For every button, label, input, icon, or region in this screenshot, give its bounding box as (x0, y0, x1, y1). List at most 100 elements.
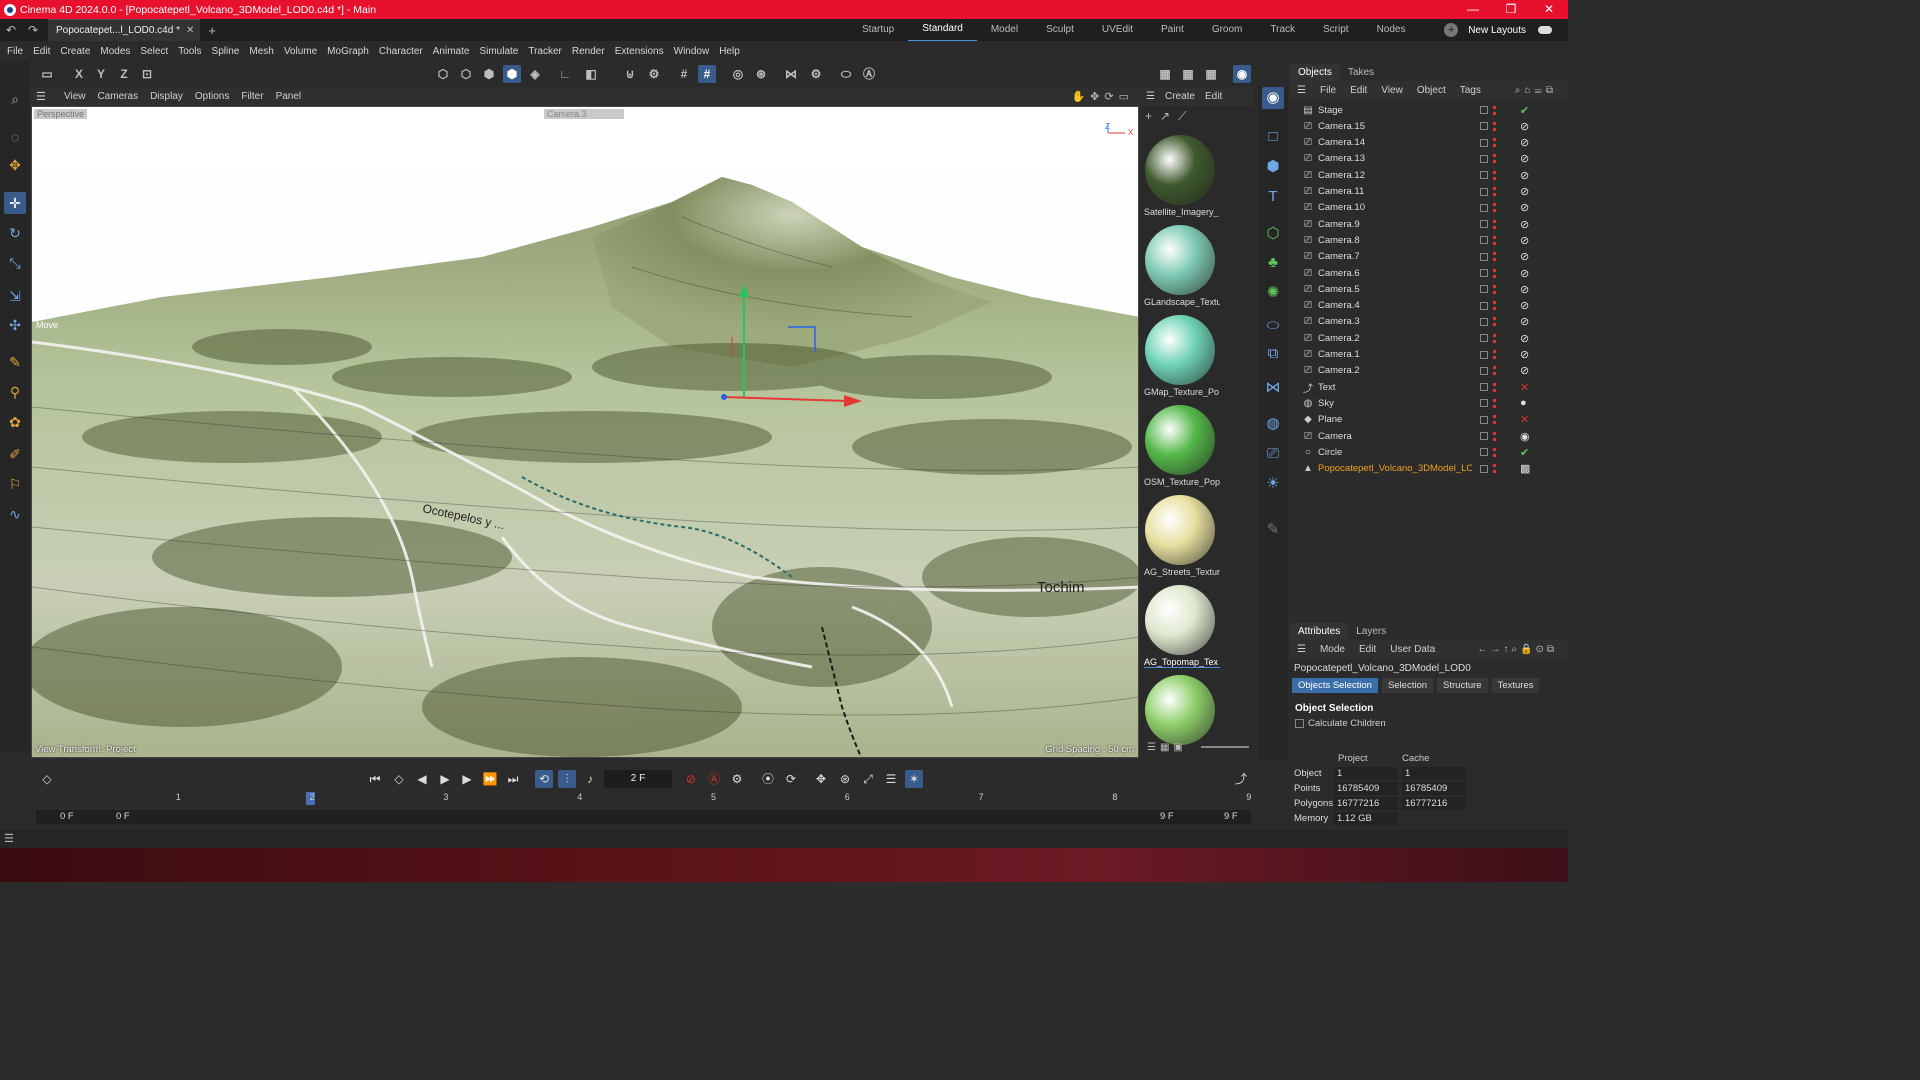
subtab-selection[interactable]: Selection (1381, 678, 1434, 693)
cube-solid-icon[interactable]: ⬢ (1262, 156, 1284, 178)
next-key-button[interactable]: ⏩ (481, 770, 499, 788)
material-item[interactable]: OSM_Texture_Pop (1143, 403, 1220, 491)
object-tag-icon[interactable]: ✔ (1520, 104, 1529, 117)
field-icon[interactable]: ⧉ (1262, 343, 1284, 365)
render-region-icon[interactable]: ◎ (729, 65, 747, 83)
object-row[interactable]: ⎚ Camera.6 ⊘ (1290, 265, 1568, 281)
object-row[interactable]: ⎚ Camera.2 ⊘ (1290, 363, 1568, 379)
go-to-end-button[interactable]: ⏭ (504, 770, 522, 788)
magnet-tool-icon[interactable]: ⚐ (4, 473, 26, 495)
play-button[interactable]: ▶ (436, 770, 454, 788)
layer-flag[interactable] (1480, 285, 1488, 294)
brush-tool-icon[interactable]: ✐ (4, 443, 26, 465)
environment-icon[interactable]: ◍ (1262, 413, 1284, 435)
layer-flag[interactable] (1480, 269, 1488, 277)
menu-mograph[interactable]: MoGraph (322, 46, 374, 57)
object-tag-icon[interactable]: ⊘ (1520, 169, 1529, 182)
visibility-dots[interactable] (1493, 415, 1496, 425)
layout-tab-sculpt[interactable]: Sculpt (1032, 19, 1088, 41)
layout-tab-model[interactable]: Model (977, 19, 1032, 41)
object-row[interactable]: ⎚ Camera.7 ⊘ (1290, 249, 1568, 265)
keyframe-settings-button[interactable]: ⚙ (728, 770, 746, 788)
key-point-button[interactable]: ✶ (905, 770, 923, 788)
layout-tab-paint[interactable]: Paint (1147, 19, 1198, 41)
coordinate-system-icon[interactable]: ⊡ (138, 65, 156, 83)
render-settings-icon[interactable]: ⊛ (752, 65, 770, 83)
object-tag-icon[interactable]: ⊘ (1520, 299, 1529, 312)
search-icon[interactable]: ⌕ (4, 88, 26, 110)
attributes-menu-edit[interactable]: Edit (1352, 644, 1383, 655)
loop-button[interactable]: ⟲ (535, 770, 553, 788)
undo-icon[interactable]: ↶ (0, 23, 22, 37)
weight-tool-icon[interactable]: ⚲ (4, 381, 26, 403)
layer-flag[interactable] (1480, 236, 1488, 245)
layer-flag[interactable] (1480, 350, 1488, 359)
tab-layers[interactable]: Layers (1348, 623, 1394, 640)
key-scale-button[interactable]: ⊛ (836, 770, 854, 788)
redo-icon[interactable]: ↷ (22, 23, 44, 37)
layer-flag[interactable] (1480, 432, 1488, 440)
object-row[interactable]: ⎚ Camera.12 ⊘ (1290, 167, 1568, 183)
next-frame-button[interactable]: ▶ (458, 770, 476, 788)
spline-tool-icon[interactable]: ∿ (4, 503, 26, 525)
object-row[interactable]: ▲ Popocatepetl_Volcano_3DModel_LOD0 ▩ (1290, 461, 1568, 477)
layer-flag[interactable] (1480, 122, 1488, 131)
layer-flag[interactable] (1480, 334, 1488, 343)
menu-mesh[interactable]: Mesh (244, 46, 278, 57)
object-row[interactable]: ⤴ Text ✕ (1290, 379, 1568, 395)
menu-spline[interactable]: Spline (207, 46, 245, 57)
maximize-button[interactable]: ❐ (1492, 0, 1530, 19)
layer-flag[interactable] (1480, 317, 1488, 326)
settings-snap-icon[interactable]: ⚙ (645, 65, 663, 83)
record-keys-button[interactable]: ⊘ (682, 770, 700, 788)
object-row[interactable]: ⎚ Camera.15 ⊘ (1290, 118, 1568, 134)
subtab-objects-selection[interactable]: Objects Selection (1292, 678, 1378, 693)
material-item[interactable]: GLandscape_Textu (1143, 223, 1220, 311)
viewport-menu-panel[interactable]: Panel (270, 91, 308, 102)
viewport-menu-view[interactable]: View (58, 91, 92, 102)
new-layouts-toggle[interactable] (1538, 26, 1552, 34)
layer-flag[interactable] (1480, 106, 1488, 114)
objects-menu-view[interactable]: View (1374, 85, 1410, 96)
knife-tool-icon[interactable]: ✎ (4, 351, 26, 373)
new-layouts-label[interactable]: New Layouts (1468, 25, 1526, 36)
material-hamburger-icon[interactable]: ☰ (1141, 91, 1160, 102)
menu-simulate[interactable]: Simulate (474, 46, 523, 57)
key-param-button[interactable]: ⤢ (859, 770, 877, 788)
add-tab-button[interactable]: + (208, 23, 216, 38)
current-frame-field[interactable]: 2 F (604, 770, 672, 788)
material-tools-icons[interactable]: +↗⟋ (1145, 109, 1249, 129)
visibility-dots[interactable] (1493, 317, 1496, 327)
snap-tool-icon[interactable]: ✣ (4, 314, 26, 336)
keyframe-icon[interactable]: ◇ (38, 770, 56, 788)
live-select-icon[interactable]: ◌ (4, 126, 26, 148)
object-tag-icon[interactable]: ✔ (1520, 446, 1529, 459)
render-view-icon[interactable]: ▦ (1156, 65, 1174, 83)
visibility-dots[interactable] (1493, 464, 1496, 474)
objects-menu-edit[interactable]: Edit (1343, 85, 1374, 96)
layer-flag[interactable] (1480, 464, 1488, 473)
visibility-dots[interactable] (1493, 219, 1496, 229)
tab-objects[interactable]: Objects (1290, 64, 1340, 81)
menu-file[interactable]: File (2, 46, 28, 57)
object-row[interactable]: ⎚ Camera.11 ⊘ (1290, 184, 1568, 200)
visibility-dots[interactable] (1493, 268, 1496, 278)
layout-tab-nodes[interactable]: Nodes (1363, 19, 1420, 41)
interactive-render-icon[interactable]: ◉ (1233, 65, 1251, 83)
material-menu-create[interactable]: Create (1160, 91, 1200, 102)
visibility-dots[interactable] (1493, 203, 1496, 213)
object-tag-icon[interactable]: ⊘ (1520, 234, 1529, 247)
object-tag-icon[interactable]: ◉ (1520, 430, 1530, 443)
points-mode-icon[interactable]: ⬡ (434, 65, 452, 83)
object-row[interactable]: ○ Circle ✔ (1290, 444, 1568, 460)
menu-render[interactable]: Render (567, 46, 610, 57)
material-item[interactable]: Satellite_Imagery_ (1143, 133, 1219, 221)
cloner-icon[interactable]: ♣ (1262, 252, 1284, 274)
object-row[interactable]: ⎚ Camera.9 ⊘ (1290, 216, 1568, 232)
document-tab[interactable]: Popocatepet...l_LOD0.c4d * ✕ (48, 19, 201, 41)
mograph-icon[interactable]: ⋈ (1262, 377, 1284, 399)
menu-tracker[interactable]: Tracker (523, 46, 567, 57)
object-tag-icon[interactable]: ✕ (1520, 381, 1529, 394)
object-tag-icon[interactable]: ⊘ (1520, 348, 1529, 361)
menu-edit[interactable]: Edit (28, 46, 55, 57)
